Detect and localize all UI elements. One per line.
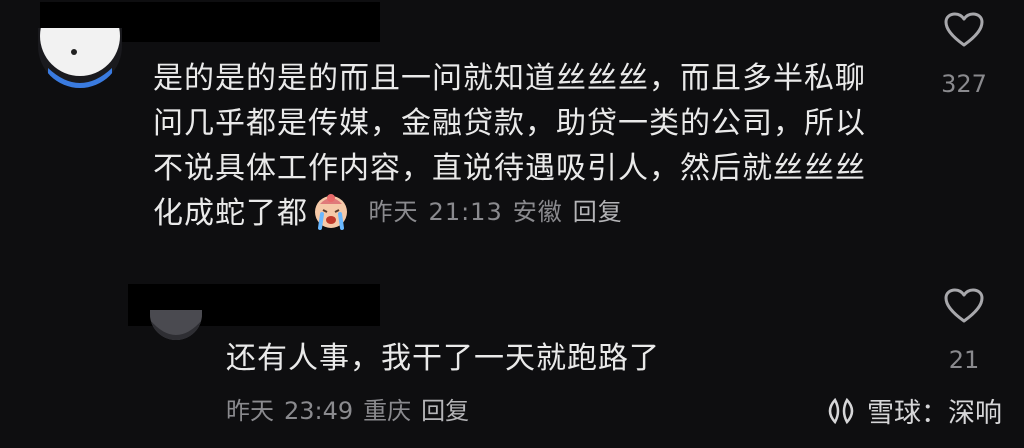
heart-icon	[944, 12, 984, 47]
like-button[interactable]: 327	[934, 12, 994, 98]
comment-line-last: 化成蛇了都 昨天 21:13 安徽 回复	[153, 191, 913, 236]
comment-meta: 昨天 21:13 安徽 回复	[369, 198, 633, 226]
reply-button[interactable]: 回复	[573, 198, 623, 226]
like-count: 327	[941, 70, 987, 98]
reply-time: 23:49	[284, 397, 354, 425]
comment-body: 是的是的是的而且一问就知道丝丝丝，而且多半私聊 问几乎都是传媒，金融贷款，助贷一…	[153, 56, 913, 236]
comment-time: 21:13	[428, 198, 503, 226]
comment-thread: 是的是的是的而且一问就知道丝丝丝，而且多半私聊 问几乎都是传媒，金融贷款，助贷一…	[0, 0, 1024, 448]
comment-location: 安徽	[512, 198, 563, 226]
like-button[interactable]: 21	[934, 288, 994, 374]
watermark-separator: ：	[921, 398, 948, 429]
comment-line: 不说具体工作内容，直说待遇吸引人，然后就丝丝丝	[153, 151, 866, 186]
reply-meta: 昨天 23:49 重庆 回复	[226, 396, 479, 426]
snowball-logo-icon	[828, 397, 854, 424]
watermark-brand: 雪球	[867, 398, 921, 429]
avatar[interactable]	[38, 28, 122, 88]
watermark-user: 深响	[948, 398, 1002, 429]
comment-line: 是的是的是的而且一问就知道丝丝丝，而且多半私聊	[153, 61, 866, 96]
crying-face-emoji	[312, 192, 350, 230]
comment-date: 昨天	[368, 198, 419, 226]
like-count: 21	[948, 346, 980, 374]
reply-body: 还有人事，我干了一天就跑路了	[226, 341, 660, 376]
reply-location: 重庆	[363, 397, 412, 425]
comment-line: 化成蛇了都	[153, 196, 308, 231]
heart-icon	[944, 288, 984, 323]
watermark: 雪球：深响	[823, 391, 1002, 430]
reply-button[interactable]: 回复	[421, 397, 469, 425]
avatar[interactable]	[150, 310, 202, 340]
reply-date: 昨天	[226, 397, 274, 425]
comment-line: 问几乎都是传媒，金融贷款，助贷一类的公司，所以	[153, 106, 866, 141]
